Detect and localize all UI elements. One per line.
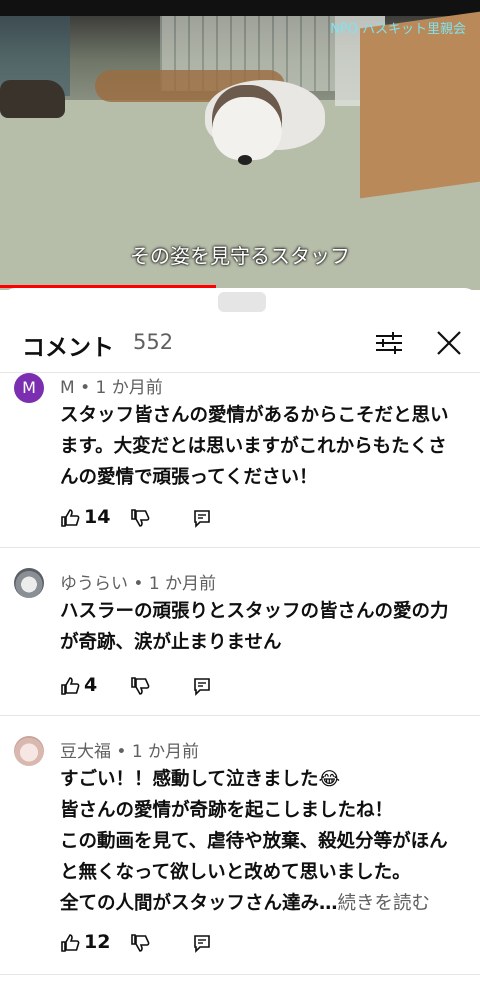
like-count: 4 bbox=[84, 674, 98, 696]
comment-divider bbox=[0, 547, 480, 548]
video-frame-puppy-head bbox=[212, 85, 282, 160]
thumbs-down-icon[interactable] bbox=[130, 676, 150, 696]
reply-icon[interactable] bbox=[192, 933, 212, 953]
thumbs-down-icon[interactable] bbox=[130, 508, 150, 528]
video-player[interactable]: NPO ハスキット里親会 その姿を見守るスタッフ bbox=[0, 0, 480, 290]
status-bar bbox=[0, 0, 480, 16]
reply-icon[interactable] bbox=[192, 508, 212, 528]
video-subtitle: その姿を見守るスタッフ bbox=[130, 244, 350, 268]
sheet-drag-handle[interactable] bbox=[218, 292, 266, 312]
thumbs-up-icon[interactable] bbox=[60, 508, 80, 528]
reply-icon[interactable] bbox=[192, 676, 212, 696]
comments-header: コメント 552 bbox=[0, 318, 480, 368]
like-count: 12 bbox=[84, 931, 111, 953]
avatar[interactable] bbox=[14, 568, 44, 598]
like-count: 14 bbox=[84, 506, 111, 528]
comments-sheet: コメント 552 M M • 1 か月前 スタッフ皆さんの愛情があるからこそだと… bbox=[0, 288, 480, 983]
comment-divider bbox=[0, 715, 480, 716]
comments-title: コメント bbox=[22, 335, 114, 361]
comment-text: すごい！！感動して泣きました😂 皆さんの愛情が奇跡を起こしましたね！ この動画を… bbox=[60, 769, 448, 914]
avatar[interactable]: M bbox=[14, 373, 44, 403]
thumbs-up-icon[interactable] bbox=[60, 676, 80, 696]
comment-divider bbox=[0, 974, 480, 975]
video-watermark: NPO ハスキット里親会 bbox=[330, 22, 466, 37]
avatar[interactable] bbox=[14, 736, 44, 766]
tune-icon[interactable] bbox=[374, 330, 404, 356]
comments-count: 552 bbox=[133, 330, 174, 354]
read-more-link[interactable]: 続きを読む bbox=[338, 893, 431, 914]
comment-meta: ゆうらい • 1 か月前 bbox=[60, 574, 217, 594]
thumbs-down-icon[interactable] bbox=[130, 933, 150, 953]
comment-text: ハスラーの頑張りとスタッフの皆さんの愛の力が奇跡、涙が止まりません bbox=[60, 601, 449, 653]
video-frame-puppy-nose bbox=[238, 155, 252, 165]
comment-meta: M • 1 か月前 bbox=[60, 378, 163, 398]
video-frame-boot bbox=[0, 80, 65, 118]
close-icon[interactable] bbox=[434, 328, 464, 358]
thumbs-up-icon[interactable] bbox=[60, 933, 80, 953]
video-frame-box bbox=[360, 11, 480, 199]
comment-text: スタッフ皆さんの愛情があるからこそだと思います。大変だとは思いますがこれからもた… bbox=[60, 405, 449, 488]
comment-meta: 豆大福 • 1 か月前 bbox=[60, 742, 200, 762]
